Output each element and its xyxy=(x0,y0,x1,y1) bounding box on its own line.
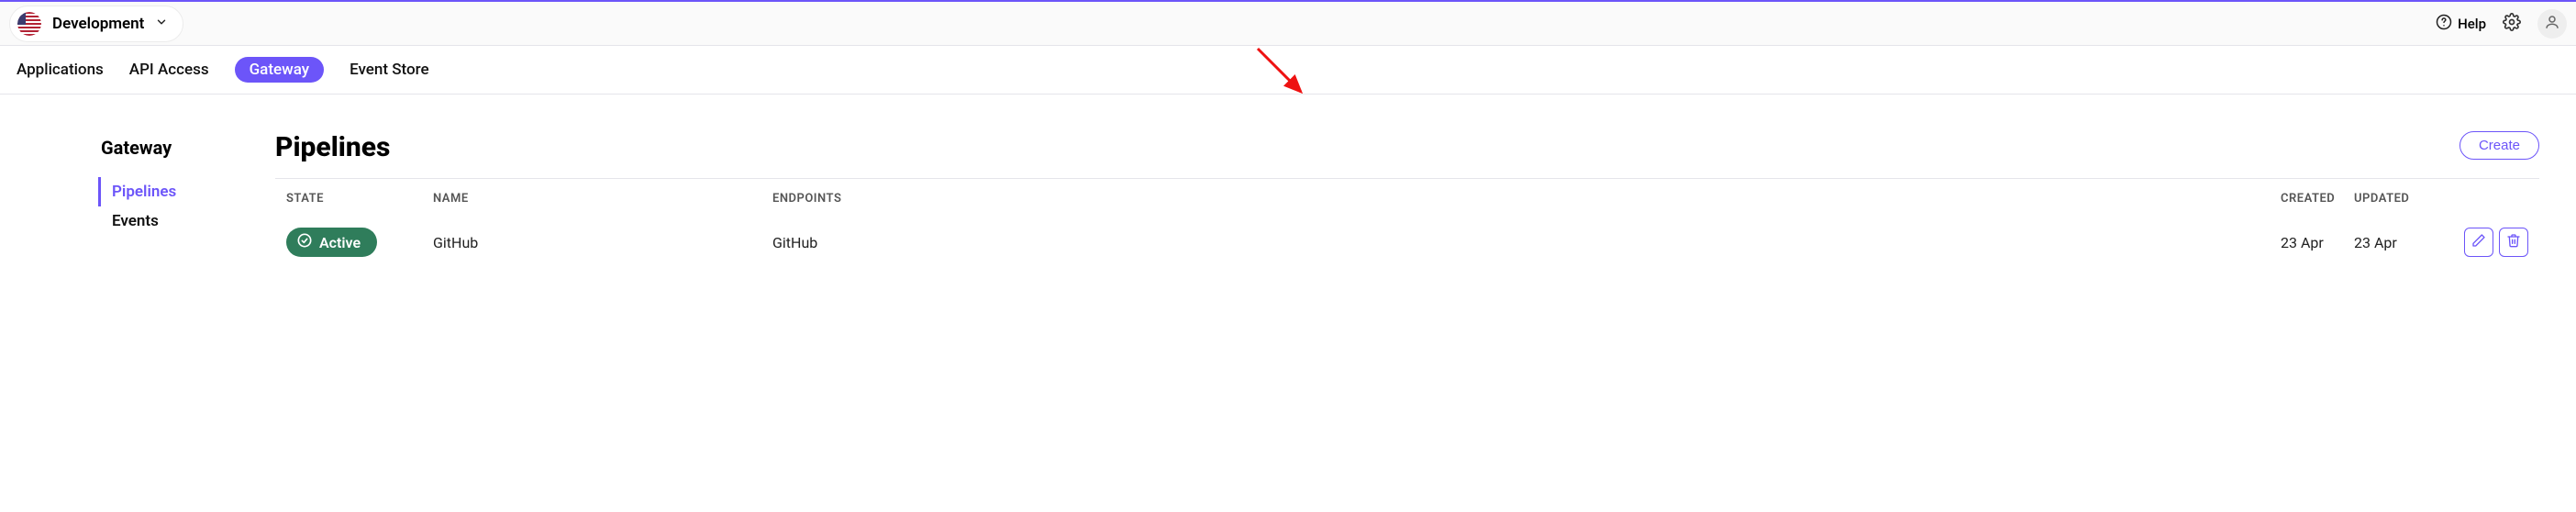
sidebar-item-pipelines[interactable]: Pipelines xyxy=(98,177,229,206)
trash-icon xyxy=(2506,233,2521,251)
pencil-icon xyxy=(2471,233,2486,251)
check-circle-icon xyxy=(297,233,312,251)
table-row[interactable]: Active GitHub GitHub 23 Apr 23 Apr xyxy=(275,218,2539,266)
tab-gateway[interactable]: Gateway xyxy=(235,57,325,83)
pipelines-table: STATE NAME ENDPOINTS CREATED UPDATED Act… xyxy=(275,178,2539,266)
tab-event-store[interactable]: Event Store xyxy=(350,57,429,83)
chevron-down-icon xyxy=(155,15,168,32)
th-updated: UPDATED xyxy=(2354,192,2455,206)
main: Pipelines Create STATE NAME ENDPOINTS CR… xyxy=(275,131,2539,266)
help-button[interactable]: Help xyxy=(2436,14,2486,34)
sidebar: Gateway Pipelines Events xyxy=(101,131,229,266)
state-label: Active xyxy=(319,234,361,251)
user-icon xyxy=(2544,14,2560,34)
delete-button[interactable] xyxy=(2499,228,2528,257)
sidebar-title: Gateway xyxy=(101,137,229,159)
th-endpoints: ENDPOINTS xyxy=(772,192,2281,206)
content: Gateway Pipelines Events Pipelines Creat… xyxy=(0,95,2576,266)
th-actions xyxy=(2455,192,2528,206)
gear-icon xyxy=(2503,13,2521,35)
cell-state: Active xyxy=(286,228,433,257)
topbar-right: Help xyxy=(2436,9,2567,39)
sidebar-item-events[interactable]: Events xyxy=(101,206,229,236)
settings-button[interactable] xyxy=(2499,11,2525,37)
cell-created: 23 Apr xyxy=(2281,234,2354,251)
edit-button[interactable] xyxy=(2464,228,2493,257)
table-header: STATE NAME ENDPOINTS CREATED UPDATED xyxy=(275,179,2539,218)
help-label: Help xyxy=(2458,16,2486,32)
cell-endpoints: GitHub xyxy=(772,234,2281,251)
th-created: CREATED xyxy=(2281,192,2354,206)
tab-api-access[interactable]: API Access xyxy=(129,57,209,83)
nav-tabs: Applications API Access Gateway Event St… xyxy=(0,46,2576,95)
page-header: Pipelines Create xyxy=(275,131,2539,163)
create-button[interactable]: Create xyxy=(2459,131,2539,160)
th-name: NAME xyxy=(433,192,772,206)
user-menu-button[interactable] xyxy=(2537,9,2567,39)
th-state: STATE xyxy=(286,192,433,206)
tab-applications[interactable]: Applications xyxy=(17,57,104,83)
help-icon xyxy=(2436,14,2452,34)
cell-updated: 23 Apr xyxy=(2354,234,2455,251)
topbar: Development Help xyxy=(0,0,2576,46)
topbar-left: Development xyxy=(9,6,183,42)
flag-us-icon xyxy=(17,12,41,36)
state-badge: Active xyxy=(286,228,377,257)
environment-selector[interactable]: Development xyxy=(9,6,183,42)
page-title: Pipelines xyxy=(275,131,390,163)
cell-actions xyxy=(2455,228,2528,257)
environment-name: Development xyxy=(52,15,144,33)
cell-name: GitHub xyxy=(433,234,772,251)
